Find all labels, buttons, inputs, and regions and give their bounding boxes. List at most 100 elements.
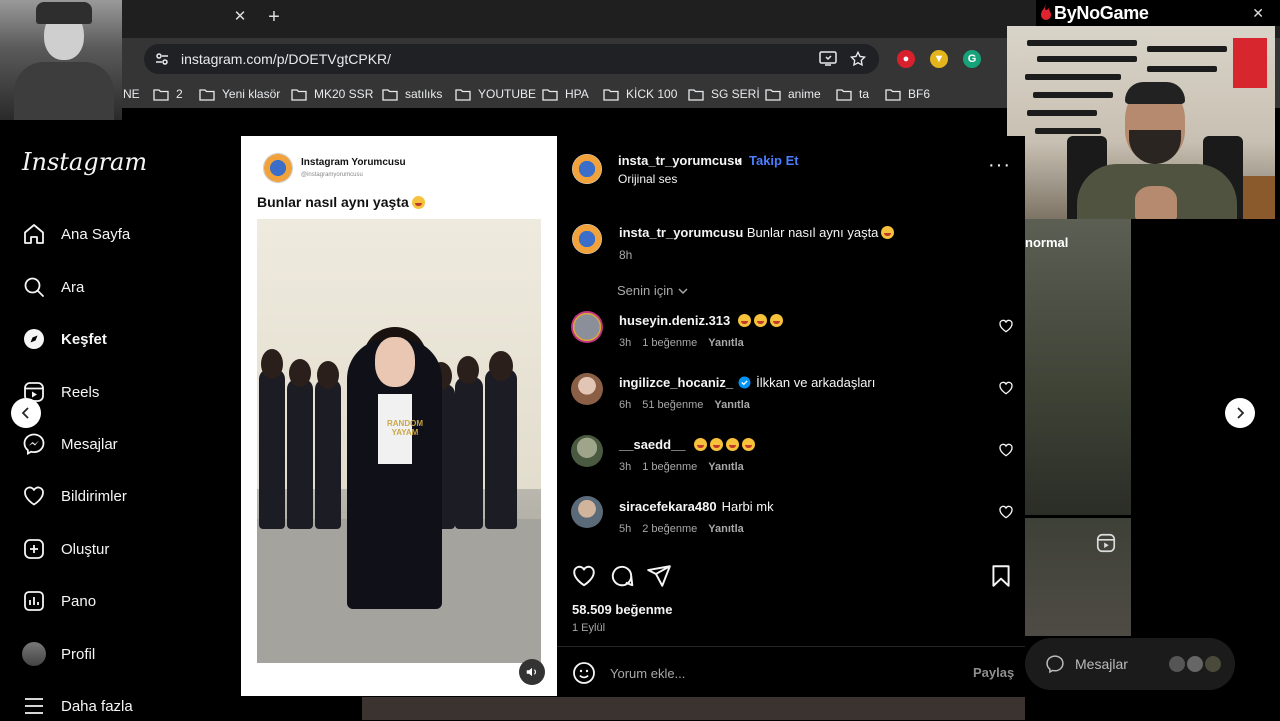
comment-heart-icon[interactable]	[998, 504, 1014, 520]
sidebar-item-more[interactable]: Daha fazla	[22, 691, 133, 721]
card-handle: @instagramyorumcusu	[301, 172, 363, 178]
mute-button[interactable]	[519, 659, 545, 685]
like-icon[interactable]	[571, 563, 597, 589]
new-tab-icon[interactable]: +	[264, 7, 284, 27]
comment-like-count[interactable]: 1 beğenme	[642, 461, 697, 473]
audio-label[interactable]: Orijinal ses	[618, 172, 677, 186]
comment-username[interactable]: huseyin.deniz.313	[619, 313, 730, 328]
comment-meta: 3h 1 beğenme Yanıtla	[619, 337, 744, 349]
comment-username[interactable]: siracefekara480	[619, 499, 717, 514]
post-video[interactable]: RANDOM YAYAM	[257, 219, 541, 663]
reply-button[interactable]: Yanıtla	[708, 461, 743, 473]
card-avatar	[263, 153, 293, 183]
comment-icon[interactable]	[609, 563, 635, 589]
sidebar-item-notifications[interactable]: Bildirimler	[22, 481, 127, 511]
emoji-icon[interactable]	[572, 661, 596, 685]
caption-text: Bunlar nasıl aynı yaşta	[746, 225, 879, 240]
bookmark-folder[interactable]: anime	[765, 84, 821, 104]
sidebar-item-profile[interactable]: Profil	[22, 639, 95, 669]
bookmark-folder[interactable]: MK20 SSR	[291, 84, 373, 104]
url-text[interactable]: instagram.com/p/DOETVgtCPKR/	[181, 51, 391, 67]
extension-icon-red[interactable]: ●	[897, 50, 915, 68]
sidebar-item-label: Pano	[61, 592, 97, 610]
comment-meta: 5h 2 beğenme Yanıtla	[619, 523, 744, 535]
previous-post-button[interactable]	[11, 398, 41, 428]
more-options-button[interactable]: ···	[988, 155, 1010, 178]
card-name: Instagram Yorumcusu	[301, 157, 406, 168]
bookmark-folder[interactable]: BF6	[885, 84, 930, 104]
bookmark-folder[interactable]: satılıks	[382, 84, 442, 104]
author-username[interactable]: insta_tr_yorumcusu	[618, 153, 742, 168]
sidebar-item-explore[interactable]: Keşfet	[22, 324, 107, 354]
tab-close-icon[interactable]: ✕	[231, 8, 249, 26]
stream-logo-text: ByNoGame	[1054, 2, 1149, 23]
sidebar-item-label: Ara	[61, 278, 85, 296]
comment-username[interactable]: ingilizce_hocaniz_	[619, 375, 733, 390]
comment-avatar[interactable]	[571, 311, 603, 343]
search-icon	[22, 275, 46, 299]
flame-logo-icon	[1041, 4, 1051, 20]
avatar-icon	[22, 642, 46, 666]
sidebar-item-home[interactable]: Ana Sayfa	[22, 219, 130, 249]
bookmark-folder[interactable]: ta	[836, 84, 869, 104]
reply-button[interactable]: Yanıtla	[714, 399, 749, 411]
comment-text: __saedd__	[619, 437, 755, 452]
comment-avatar[interactable]	[571, 435, 603, 467]
follow-button[interactable]: Takip Et	[749, 153, 799, 168]
next-post-button[interactable]	[1225, 398, 1255, 428]
comment-avatar[interactable]	[571, 496, 603, 528]
sidebar-item-messages[interactable]: Mesajlar	[22, 429, 118, 459]
comment-username[interactable]: __saedd__	[619, 437, 686, 452]
bookmark-folder[interactable]: 2	[153, 84, 183, 104]
comment-heart-icon[interactable]	[998, 442, 1014, 458]
comment-like-count[interactable]: 1 beğenme	[642, 337, 697, 349]
laughing-emoji	[693, 438, 707, 451]
sidebar-item-create[interactable]: Oluştur	[22, 534, 109, 564]
share-icon[interactable]	[646, 563, 672, 589]
bookmark-folder[interactable]: Yeni klasör	[199, 84, 280, 104]
reply-button[interactable]: Yanıtla	[708, 523, 743, 535]
like-count[interactable]: 58.509 beğenme	[572, 602, 672, 617]
messages-pill-label: Mesajlar	[1075, 656, 1128, 672]
bookmark-folder[interactable]: KİCK 100	[603, 84, 677, 104]
divider	[557, 646, 1025, 647]
sidebar-item-label: Keşfet	[61, 330, 107, 348]
comment-heart-icon[interactable]	[998, 318, 1014, 334]
instagram-logo[interactable]: Instagram	[22, 148, 147, 176]
post-date: 1 Eylül	[572, 622, 606, 634]
bookmark-folder[interactable]: YOUTUBE	[455, 84, 536, 104]
sidebar-item-label: Ana Sayfa	[61, 225, 131, 243]
sidebar-item-label: Mesajlar	[61, 435, 118, 453]
caption-avatar[interactable]	[572, 224, 602, 254]
close-icon: ✕	[1252, 4, 1264, 21]
extension-shield-icon[interactable]: ▼	[930, 50, 948, 68]
bookmark-star-icon[interactable]	[848, 49, 868, 69]
comment-like-count[interactable]: 2 beğenme	[642, 523, 697, 535]
avatar-stack	[1169, 656, 1221, 672]
comment-avatar[interactable]	[571, 373, 603, 405]
laughing-emoji	[754, 314, 768, 327]
comment-like-count[interactable]: 51 beğenme	[642, 399, 703, 411]
caption-username[interactable]: insta_tr_yorumcusu	[619, 225, 743, 240]
bookmark-folder[interactable]: SG SERİ	[688, 84, 760, 104]
sidebar-item-search[interactable]: Ara	[22, 272, 84, 302]
comment-sort-button[interactable]: Senin için	[617, 283, 689, 298]
messages-pill[interactable]: Mesajlar	[1025, 638, 1235, 690]
post-comment-button[interactable]: Paylaş	[973, 665, 1014, 680]
comment-heart-icon[interactable]	[998, 380, 1014, 396]
save-icon[interactable]	[988, 563, 1014, 589]
sidebar-item-dashboard[interactable]: Pano	[22, 586, 96, 616]
separator-dot: •	[737, 153, 742, 168]
grammarly-icon[interactable]: G	[963, 50, 981, 68]
webcam-overlay	[1007, 26, 1275, 219]
bookmark-item[interactable]: NE	[123, 84, 140, 104]
bookmark-folder[interactable]: HPA	[542, 84, 589, 104]
author-avatar[interactable]	[572, 154, 602, 184]
stream-logo: ByNoGame ✕	[1036, 0, 1280, 26]
reply-button[interactable]: Yanıtla	[708, 337, 743, 349]
site-info-icon[interactable]	[154, 51, 170, 67]
cast-icon[interactable]	[818, 49, 838, 69]
comment-input[interactable]	[610, 663, 960, 683]
folder-icon	[836, 88, 852, 101]
laughing-emoji	[770, 314, 784, 327]
